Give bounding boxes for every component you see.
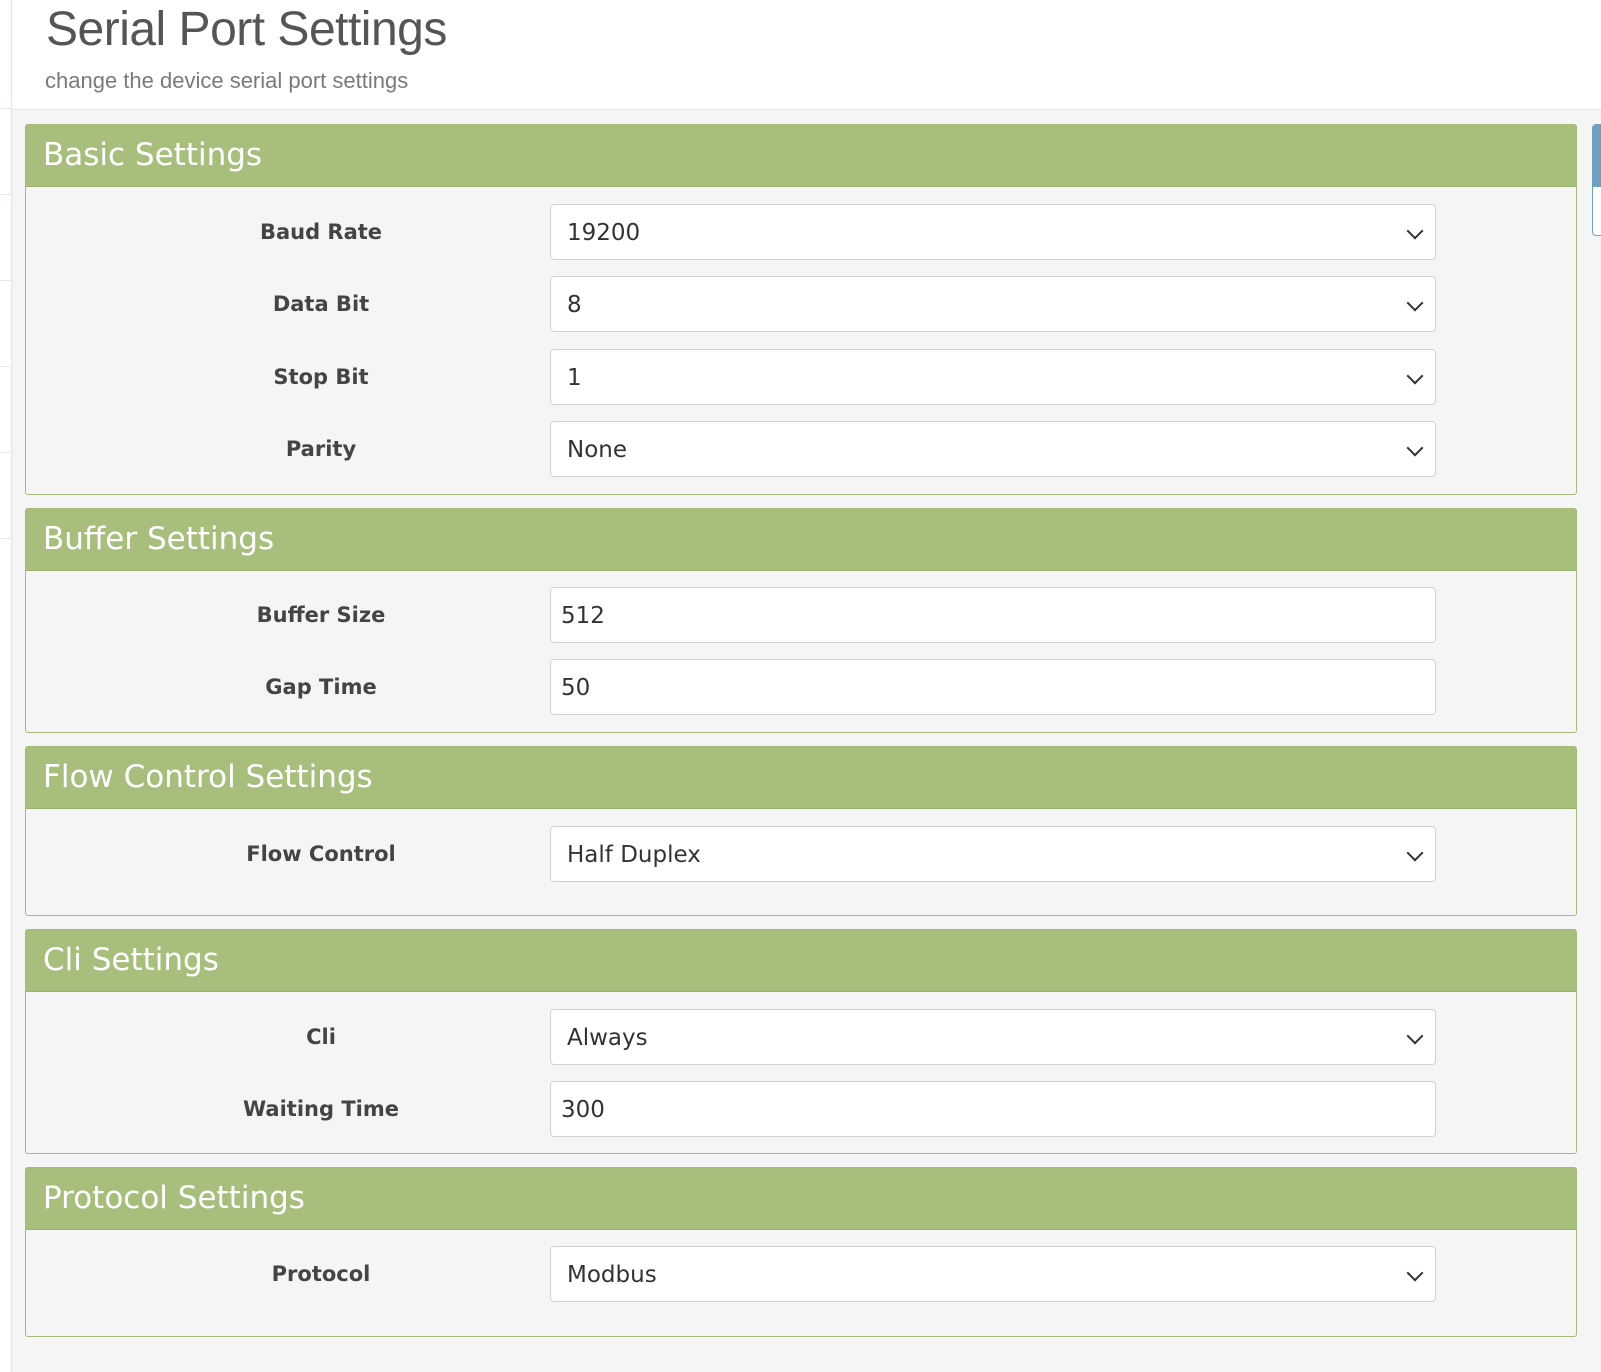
protocol-label: Protocol xyxy=(271,1262,371,1286)
cli-select[interactable]: Always xyxy=(550,1009,1436,1065)
sidebar-divider xyxy=(0,194,11,195)
basic-settings-title: Basic Settings xyxy=(26,125,1576,187)
page-header: Serial Port Settings change the device s… xyxy=(12,0,1601,110)
buffer-size-value: 512 xyxy=(561,603,605,629)
cli-row: Cli Always xyxy=(26,1009,1578,1065)
chevron-down-icon xyxy=(1406,1264,1424,1282)
cli-settings-panel: Cli Settings Cli Always Waiting Time 300 xyxy=(25,929,1577,1154)
sidebar-divider xyxy=(0,538,11,539)
sidebar-divider xyxy=(0,366,11,367)
buffer-size-input[interactable]: 512 xyxy=(550,587,1436,643)
flow-control-settings-title: Flow Control Settings xyxy=(26,747,1576,809)
stop-bit-value: 1 xyxy=(567,365,582,391)
left-sidebar-edge xyxy=(0,0,12,1372)
side-panel-tab-accent xyxy=(1593,125,1601,187)
data-bit-value: 8 xyxy=(567,292,582,318)
parity-label: Parity xyxy=(285,437,357,461)
waiting-time-value: 300 xyxy=(561,1097,605,1123)
sidebar-divider xyxy=(0,452,11,453)
baud-rate-value: 19200 xyxy=(567,220,641,246)
flow-control-settings-panel: Flow Control Settings Flow Control Half … xyxy=(25,746,1577,916)
baud-rate-label: Baud Rate xyxy=(259,220,383,244)
stop-bit-label: Stop Bit xyxy=(273,365,369,389)
protocol-row: Protocol Modbus xyxy=(26,1246,1578,1302)
page-title: Serial Port Settings xyxy=(46,3,447,56)
buffer-size-label: Buffer Size xyxy=(256,603,386,627)
protocol-value: Modbus xyxy=(567,1262,657,1288)
baud-rate-row: Baud Rate 19200 xyxy=(26,204,1578,260)
page-subtitle: change the device serial port settings xyxy=(45,68,409,93)
waiting-time-input[interactable]: 300 xyxy=(550,1081,1436,1137)
gap-time-row: Gap Time 50 xyxy=(26,659,1578,715)
buffer-settings-title: Buffer Settings xyxy=(26,509,1576,571)
chevron-down-icon xyxy=(1406,439,1424,457)
baud-rate-select[interactable]: 19200 xyxy=(550,204,1436,260)
data-bit-select[interactable]: 8 xyxy=(550,276,1436,332)
gap-time-value: 50 xyxy=(561,675,591,701)
data-bit-row: Data Bit 8 xyxy=(26,276,1578,332)
gap-time-input[interactable]: 50 xyxy=(550,659,1436,715)
buffer-settings-panel: Buffer Settings Buffer Size 512 Gap Time… xyxy=(25,508,1577,733)
gap-time-label: Gap Time xyxy=(265,675,377,699)
sidebar-divider xyxy=(0,280,11,281)
cli-label: Cli xyxy=(306,1025,336,1049)
flow-control-select[interactable]: Half Duplex xyxy=(550,826,1436,882)
stop-bit-row: Stop Bit 1 xyxy=(26,349,1578,405)
waiting-time-row: Waiting Time 300 xyxy=(26,1081,1578,1137)
parity-row: Parity None xyxy=(26,421,1578,477)
chevron-down-icon xyxy=(1406,294,1424,312)
parity-value: None xyxy=(567,437,628,463)
sidebar-divider xyxy=(0,108,11,109)
basic-settings-panel: Basic Settings Baud Rate 19200 Data Bit … xyxy=(25,124,1577,495)
flow-control-value: Half Duplex xyxy=(567,842,701,868)
protocol-select[interactable]: Modbus xyxy=(550,1246,1436,1302)
protocol-settings-panel: Protocol Settings Protocol Modbus xyxy=(25,1167,1577,1337)
waiting-time-label: Waiting Time xyxy=(243,1097,399,1121)
parity-select[interactable]: None xyxy=(550,421,1436,477)
side-panel-tab[interactable] xyxy=(1592,124,1601,236)
protocol-settings-title: Protocol Settings xyxy=(26,1168,1576,1230)
chevron-down-icon xyxy=(1406,367,1424,385)
chevron-down-icon xyxy=(1406,844,1424,862)
flow-control-label: Flow Control xyxy=(246,842,396,866)
cli-settings-title: Cli Settings xyxy=(26,930,1576,992)
data-bit-label: Data Bit xyxy=(272,292,370,316)
buffer-size-row: Buffer Size 512 xyxy=(26,587,1578,643)
flow-control-row: Flow Control Half Duplex xyxy=(26,826,1578,882)
chevron-down-icon xyxy=(1406,1027,1424,1045)
chevron-down-icon xyxy=(1406,222,1424,240)
cli-value: Always xyxy=(567,1025,648,1051)
stop-bit-select[interactable]: 1 xyxy=(550,349,1436,405)
